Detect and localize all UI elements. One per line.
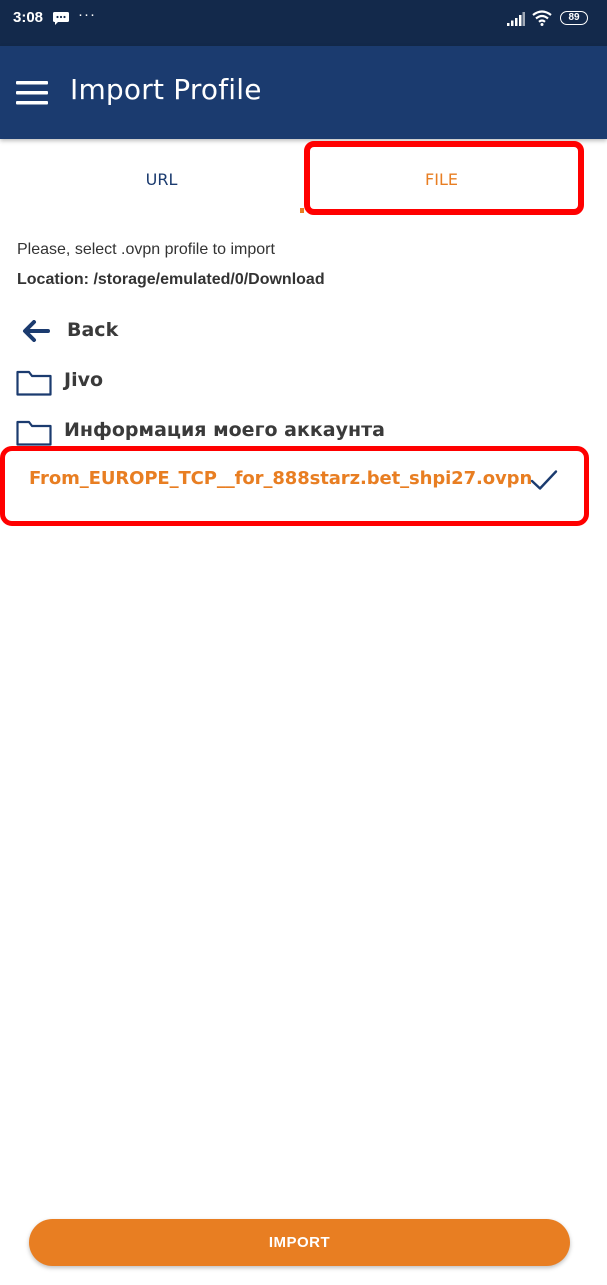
tab-file[interactable]: FILE (290, 139, 593, 219)
tab-indicator (300, 208, 304, 213)
instruction-text: Please, select .ovpn profile to import (17, 241, 275, 258)
message-icon (53, 12, 69, 25)
app-bar: Import Profile (0, 46, 607, 139)
folder-icon (16, 420, 52, 446)
back-item[interactable]: Back (0, 306, 607, 356)
hamburger-menu-icon[interactable] (16, 81, 48, 105)
wifi-icon (532, 10, 552, 26)
battery-icon: 89 (560, 11, 588, 25)
folder-item[interactable]: Информация моего аккаунта (0, 406, 607, 456)
signal-icon (507, 12, 525, 26)
status-time: 3:08 (13, 9, 44, 26)
page-title: Import Profile (70, 73, 262, 106)
tab-url[interactable]: URL (10, 139, 313, 219)
more-notifications-indicator: ··· (78, 6, 96, 23)
status-bar: 3:08 ··· 89 (0, 0, 607, 46)
folder-label: Jivo (64, 369, 104, 391)
import-button[interactable]: IMPORT (29, 1219, 570, 1266)
folder-icon (16, 370, 52, 396)
back-arrow-icon (23, 320, 50, 342)
tab-bar: URL FILE (0, 139, 607, 219)
ovpn-file-item[interactable]: From_EUROPE_TCP__for_888starz.bet_shpi27… (0, 455, 607, 505)
folder-item[interactable]: Jivo (0, 356, 607, 406)
folder-label: Информация моего аккаунта (64, 419, 385, 441)
file-label: From_EUROPE_TCP__for_888starz.bet_shpi27… (29, 468, 533, 489)
location-path: Location: /storage/emulated/0/Download (17, 271, 325, 288)
check-icon (530, 470, 558, 490)
back-label: Back (67, 319, 119, 341)
